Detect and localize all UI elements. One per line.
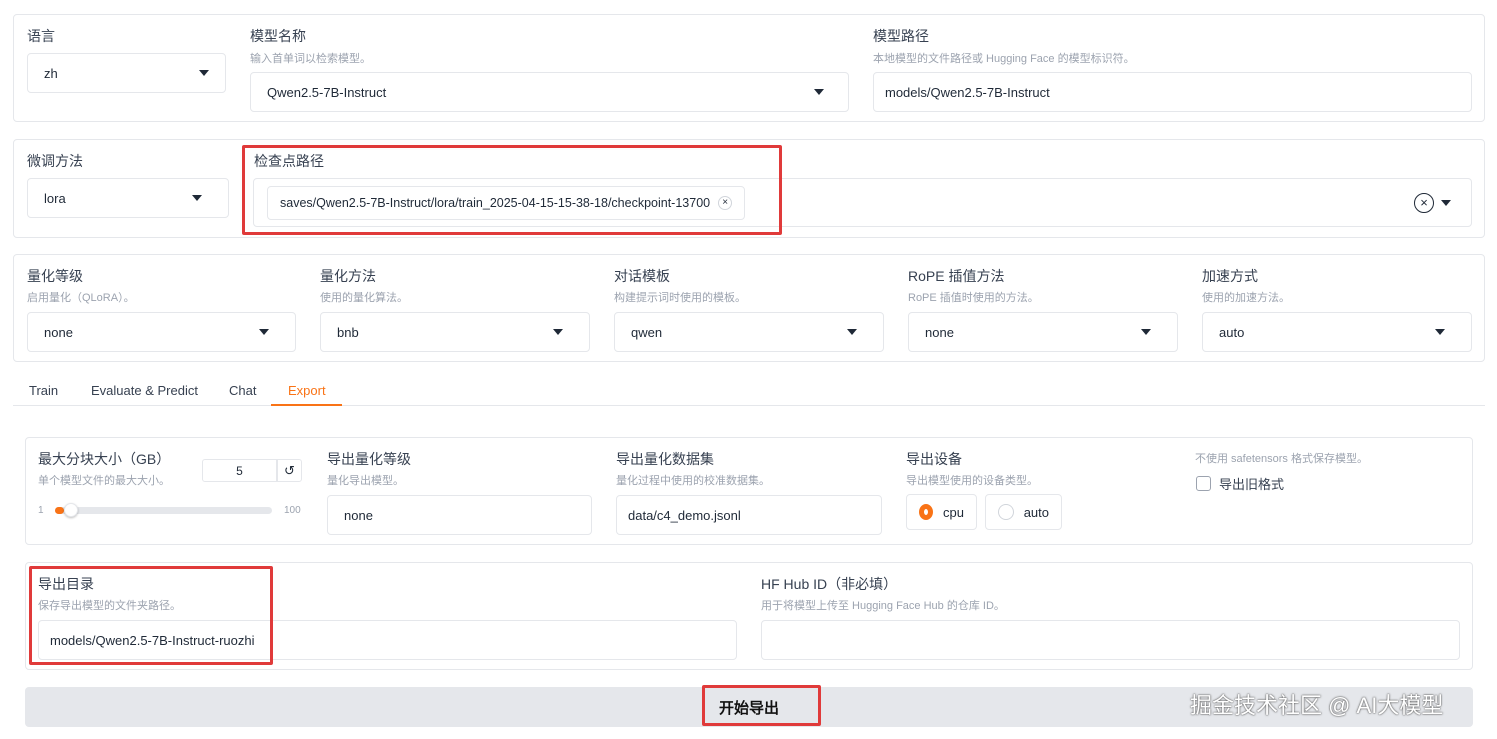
- active-tab-underline: [271, 404, 342, 406]
- chevron-down-icon: [847, 329, 857, 335]
- export-legacy-info: 不使用 safetensors 格式保存模型。: [1195, 453, 1368, 465]
- rope-info: RoPE 插值时使用的方法。: [908, 292, 1039, 304]
- checkpoint-multiselect[interactable]: saves/Qwen2.5-7B-Instruct/lora/train_202…: [253, 178, 1472, 227]
- shard-size-number-input[interactable]: 5: [202, 459, 277, 482]
- export-quant-bit-info: 量化导出模型。: [327, 475, 404, 487]
- chevron-down-icon: [553, 329, 563, 335]
- slider-min-label: 1: [38, 505, 44, 516]
- tag-remove-icon[interactable]: ×: [718, 195, 733, 210]
- tab-train[interactable]: Train: [29, 383, 58, 398]
- model-path-info: 本地模型的文件路径或 Hugging Face 的模型标识符。: [873, 53, 1135, 65]
- chevron-down-icon: [814, 89, 824, 95]
- quant-bit-info: 启用量化（QLoRA）。: [27, 292, 135, 304]
- finetune-dropdown[interactable]: lora: [27, 178, 229, 218]
- model-name-info: 输入首单词以检索模型。: [250, 53, 371, 65]
- slider-handle[interactable]: [63, 503, 78, 517]
- export-quant-bit-label: 导出量化等级: [327, 451, 411, 467]
- tabs-divider: [13, 405, 1485, 406]
- checkpoint-tag[interactable]: saves/Qwen2.5-7B-Instruct/lora/train_202…: [267, 185, 746, 220]
- language-dropdown[interactable]: zh: [27, 53, 226, 93]
- template-info: 构建提示词时使用的模板。: [614, 292, 746, 304]
- device-option-auto-label: auto: [1023, 504, 1049, 520]
- quant-method-info: 使用的量化算法。: [320, 292, 408, 304]
- device-option-cpu[interactable]: cpu: [906, 494, 977, 530]
- export-dir-value: models/Qwen2.5-7B-Instruct-ruozhi: [50, 632, 255, 648]
- checkpoint-tag-text: saves/Qwen2.5-7B-Instruct/lora/train_202…: [280, 195, 711, 210]
- language-label: 语言: [27, 28, 55, 44]
- chevron-down-icon[interactable]: [1441, 199, 1451, 206]
- export-device-info: 导出模型使用的设备类型。: [906, 475, 1038, 487]
- finetune-value: lora: [44, 190, 66, 206]
- rope-dropdown[interactable]: none: [908, 312, 1178, 352]
- export-legacy-checkbox[interactable]: [1196, 476, 1211, 491]
- model-path-value: models/Qwen2.5-7B-Instruct: [885, 84, 1050, 100]
- model-name-label: 模型名称: [250, 28, 306, 44]
- chevron-down-icon: [1435, 329, 1445, 335]
- quant-method-value: bnb: [337, 324, 359, 340]
- quant-method-dropdown[interactable]: bnb: [320, 312, 590, 352]
- hub-id-label: HF Hub ID（非必填）: [761, 576, 898, 592]
- template-label: 对话模板: [614, 268, 670, 284]
- reset-icon: ↺: [284, 462, 295, 478]
- radio-selected-icon: [919, 504, 934, 520]
- template-dropdown[interactable]: qwen: [614, 312, 884, 352]
- booster-dropdown[interactable]: auto: [1202, 312, 1472, 352]
- start-export-button-label: 开始导出: [718, 699, 779, 717]
- finetune-label: 微调方法: [27, 153, 83, 169]
- hub-id-info: 用于将模型上传至 Hugging Face Hub 的仓库 ID。: [761, 600, 1005, 612]
- export-quant-dataset-input[interactable]: data/c4_demo.jsonl: [616, 495, 882, 535]
- export-quant-bit-input[interactable]: none: [327, 495, 592, 535]
- export-dir-label: 导出目录: [38, 576, 94, 592]
- watermark-text: 掘金技术社区 @ AI大模型: [1190, 693, 1444, 718]
- rope-label: RoPE 插值方法: [908, 268, 1005, 284]
- chevron-down-icon: [1141, 329, 1151, 335]
- quant-bit-dropdown[interactable]: none: [27, 312, 296, 352]
- shard-size-slider[interactable]: [55, 503, 272, 517]
- chevron-down-icon: [199, 70, 209, 76]
- model-name-dropdown[interactable]: Qwen2.5-7B-Instruct: [250, 72, 849, 112]
- template-value: qwen: [631, 324, 663, 340]
- slider-fill: [55, 507, 64, 514]
- tab-export[interactable]: Export: [288, 383, 326, 398]
- quant-method-label: 量化方法: [320, 268, 376, 284]
- export-quant-bit-value: none: [344, 507, 373, 523]
- reset-button[interactable]: ↺: [277, 459, 302, 482]
- device-option-cpu-label: cpu: [943, 504, 964, 520]
- checkpoint-label: 检查点路径: [254, 153, 324, 169]
- booster-info: 使用的加速方法。: [1202, 292, 1290, 304]
- export-quant-dataset-value: data/c4_demo.jsonl: [628, 507, 741, 523]
- hub-id-input[interactable]: [761, 620, 1460, 660]
- quant-bit-value: none: [44, 324, 73, 340]
- export-dir-input[interactable]: models/Qwen2.5-7B-Instruct-ruozhi: [38, 620, 737, 660]
- tab-evaluate-predict[interactable]: Evaluate & Predict: [91, 383, 198, 398]
- shard-size-value: 5: [236, 463, 243, 478]
- clear-icon[interactable]: ×: [1414, 192, 1434, 213]
- booster-label: 加速方式: [1202, 268, 1258, 284]
- model-path-input[interactable]: models/Qwen2.5-7B-Instruct: [873, 72, 1472, 112]
- chevron-down-icon: [192, 195, 202, 201]
- model-name-value: Qwen2.5-7B-Instruct: [267, 84, 387, 100]
- rope-value: none: [925, 324, 954, 340]
- shard-size-info: 单个模型文件的最大大小。: [38, 475, 170, 487]
- slider-max-label: 100: [284, 505, 301, 516]
- booster-value: auto: [1219, 324, 1245, 340]
- export-device-label: 导出设备: [906, 451, 962, 467]
- language-value: zh: [44, 65, 58, 81]
- tab-chat[interactable]: Chat: [229, 383, 256, 398]
- export-quant-dataset-info: 量化过程中使用的校准数据集。: [616, 475, 770, 487]
- quant-bit-label: 量化等级: [27, 268, 83, 284]
- export-dir-info: 保存导出模型的文件夹路径。: [38, 600, 181, 612]
- model-path-label: 模型路径: [873, 28, 929, 44]
- radio-unselected-icon: [998, 504, 1014, 520]
- shard-size-label: 最大分块大小（GB）: [38, 451, 171, 467]
- export-legacy-label[interactable]: 导出旧格式: [1219, 474, 1284, 493]
- chevron-down-icon: [259, 329, 269, 335]
- device-option-auto[interactable]: auto: [985, 494, 1062, 530]
- export-quant-dataset-label: 导出量化数据集: [616, 451, 714, 467]
